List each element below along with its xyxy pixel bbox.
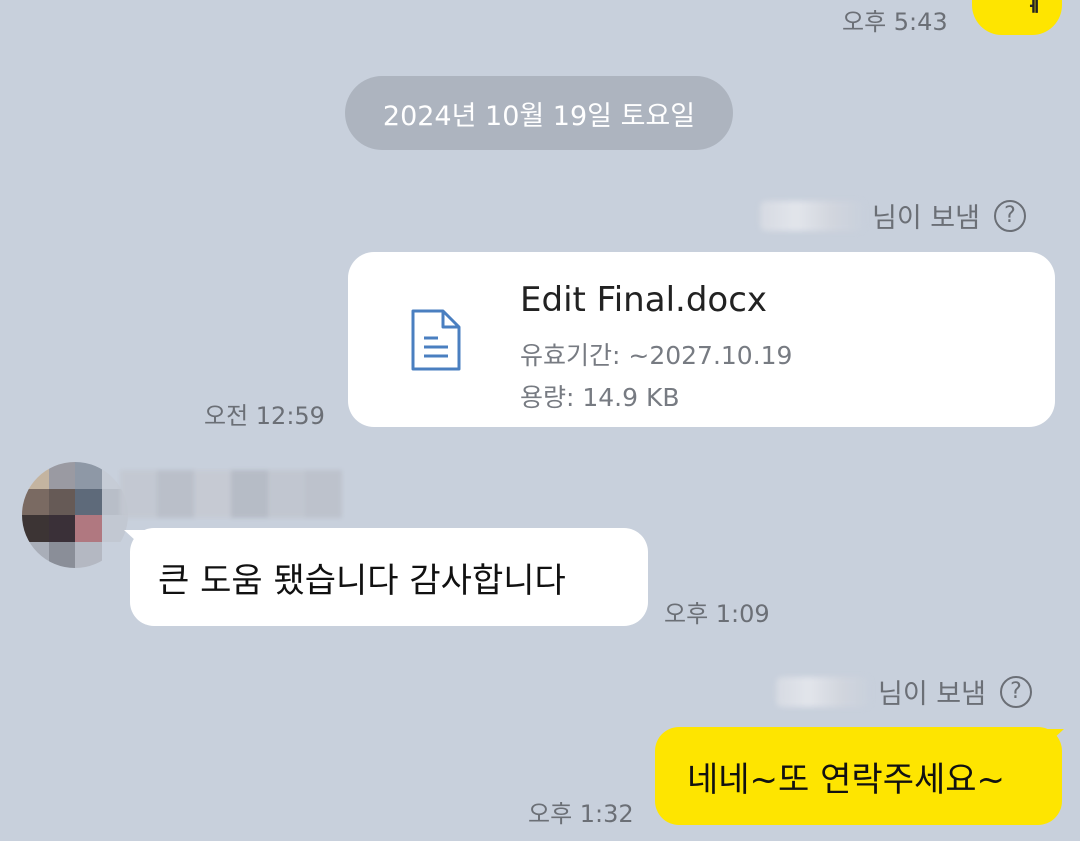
help-icon[interactable]: ? <box>993 199 1026 232</box>
sender-suffix: 님이 보냄 <box>872 203 980 234</box>
sender-suffix: 님이 보냄 <box>878 679 986 710</box>
top-message-time: 오후 5:43 <box>842 8 948 36</box>
blurred-sender-name <box>776 676 870 707</box>
outgoing-message-bubble[interactable]: 네네~또 연락주세요~ <box>655 727 1062 825</box>
file-attachment-card[interactable]: Edit Final.docx 유효기간: ~2027.10.19 용량: 14… <box>348 252 1055 427</box>
outgoing-message-time: 오후 1:32 <box>528 800 634 828</box>
avatar[interactable] <box>22 462 128 568</box>
incoming-message-time: 오후 1:09 <box>664 600 770 628</box>
date-divider: 2024년 10월 19일 토요일 <box>345 76 733 150</box>
file-sender-line: 님이 보냄 ? <box>760 196 1026 235</box>
file-size: 용량: 14.9 KB <box>520 383 680 412</box>
top-outgoing-bubble[interactable] <box>972 0 1062 35</box>
incoming-message-bubble[interactable]: 큰 도움 됐습니다 감사합니다 <box>130 528 648 626</box>
file-name: Edit Final.docx <box>520 280 768 320</box>
outgoing-sender-line: 님이 보냄 ? <box>776 672 1032 711</box>
top-bubble-text: ᅦ <box>1018 0 1041 26</box>
help-icon[interactable]: ? <box>999 675 1032 708</box>
file-expiry: 유효기간: ~2027.10.19 <box>520 341 793 370</box>
file-message-time: 오전 12:59 <box>204 402 325 430</box>
document-icon <box>411 309 461 371</box>
blurred-sender-name <box>760 200 864 231</box>
blurred-peer-name <box>120 470 342 518</box>
